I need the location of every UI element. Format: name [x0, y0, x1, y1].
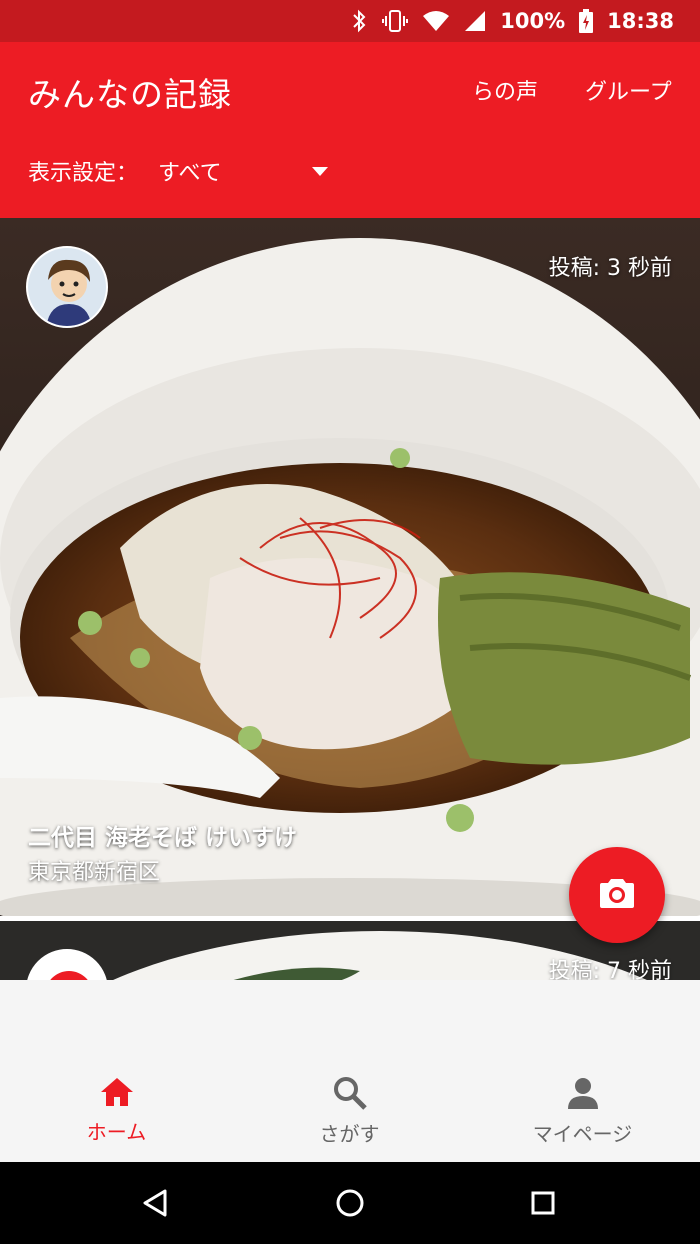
- page-title: みんなの記録: [28, 75, 232, 114]
- nav-home-label: ホーム: [86, 1120, 147, 1144]
- filter-dropdown[interactable]: 表示設定： すべて: [28, 155, 329, 187]
- tab-group[interactable]: グループ: [585, 74, 672, 106]
- camera-icon: [599, 877, 635, 913]
- wifi-icon: [422, 10, 450, 32]
- post-time: 投稿: 3 秒前: [548, 256, 672, 281]
- clock: 18:38: [607, 9, 674, 33]
- user-avatar[interactable]: [26, 246, 108, 328]
- status-bar: 100% 18:38: [0, 0, 700, 42]
- battery-percent: 100%: [500, 9, 566, 33]
- recents-icon[interactable]: [524, 1184, 562, 1222]
- nav-search-label: さがす: [319, 1122, 380, 1146]
- nav-search[interactable]: さがす: [233, 1076, 466, 1147]
- back-icon[interactable]: [136, 1184, 174, 1222]
- ramen-photo: [0, 218, 700, 916]
- shop-name[interactable]: 二代目 海老そば けいすけ: [28, 818, 297, 852]
- home-circle-icon[interactable]: [331, 1184, 369, 1222]
- nav-mypage[interactable]: マイページ: [466, 1076, 699, 1147]
- bluetooth-icon: [350, 9, 368, 33]
- search-icon: [333, 1076, 367, 1114]
- filter-value[interactable]: すべて: [158, 155, 298, 187]
- camera-button[interactable]: [569, 847, 665, 943]
- battery-charging-icon: [579, 9, 594, 33]
- nav-mypage-label: マイページ: [532, 1122, 633, 1146]
- vibrate-icon: [382, 9, 409, 33]
- app-bar: みんなの記録 らの声 グループ 表示設定： すべて: [0, 42, 700, 218]
- bottom-navigation: ホーム さがす マイページ: [0, 980, 700, 1162]
- post-time: 投稿: 7 秒前: [548, 959, 672, 980]
- signal-icon: [464, 10, 486, 32]
- person-icon: [566, 1076, 600, 1114]
- filter-label: 表示設定：: [28, 161, 139, 186]
- dropdown-caret-icon[interactable]: [312, 166, 329, 176]
- post-card[interactable]: 投稿: 3 秒前 二代目 海老そば けいすけ 東京都新宿区: [0, 218, 700, 916]
- home-icon: [99, 1076, 135, 1112]
- shop-area: 東京都新宿区: [28, 860, 161, 885]
- system-navigation-bar: [0, 1162, 700, 1244]
- tab-voices[interactable]: らの声: [472, 74, 538, 106]
- nav-home[interactable]: ホーム: [0, 1076, 233, 1145]
